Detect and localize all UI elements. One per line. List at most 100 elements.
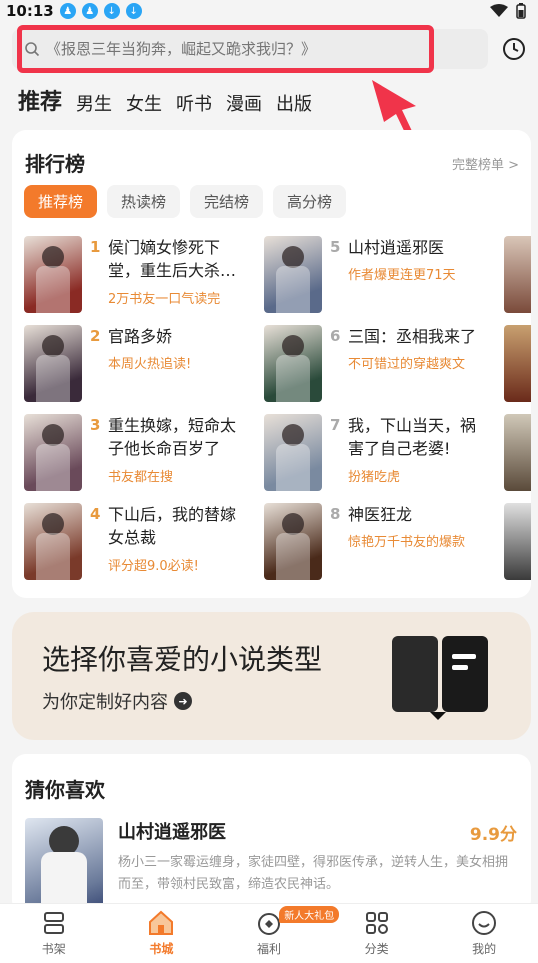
cover-figure <box>282 246 304 268</box>
book-title: 侯门嫡女惨死下堂，重生后大杀… <box>108 238 237 280</box>
book-cover <box>24 503 82 580</box>
download-icon: ↓ <box>125 3 142 19</box>
wifi-icon <box>490 4 508 17</box>
book-tag: 惊艳万千书友的爆款 <box>348 535 466 550</box>
home-store-icon <box>149 910 174 935</box>
ranking-book-item[interactable]: 7 我，下山当天，祸害了自己老婆! 扮猪吃虎 <box>264 414 504 494</box>
bottom-nav: 书架 书城 新人大礼包 福利 分类 我的 <box>0 903 538 963</box>
full-ranking-link[interactable]: 完整榜单 > <box>452 154 519 173</box>
nav-welfare[interactable]: 新人大礼包 福利 <box>215 904 340 963</box>
coin-icon <box>257 913 280 935</box>
status-bar: 10:13 ♟ ♟ ↓ ↓ <box>0 0 538 22</box>
tab-publishing[interactable]: 出版 <box>276 90 312 116</box>
cover-figure <box>36 533 70 580</box>
nav-label: 福利 <box>256 942 281 956</box>
book-tag: 作者爆更连更71天 <box>348 268 456 283</box>
book-tag: 扮猪吃虎 <box>348 470 401 485</box>
battery-icon <box>516 3 526 19</box>
chip-hot[interactable]: 热读榜 <box>107 185 181 218</box>
cover-figure <box>276 444 310 491</box>
cover-figure <box>42 246 64 268</box>
guess-book-cover[interactable] <box>25 818 103 914</box>
cover-figure <box>42 513 64 535</box>
qq-icon: ♟ <box>59 3 76 19</box>
ranking-book-item[interactable]: 4 下山后，我的替嫁女总裁评分超9.0必读! <box>24 503 264 583</box>
genre-select-banner[interactable]: 选择你喜爱的小说类型 为你定制好内容 ➜ <box>12 612 531 740</box>
profile-icon <box>472 911 497 935</box>
book-title: 三国：丞相我来了 <box>348 327 477 346</box>
book-tag: 本周火热追读! <box>108 357 192 372</box>
book-title: 重生换嫁，短命太子他长命百岁了 <box>108 416 237 458</box>
tab-comics[interactable]: 漫画 <box>226 90 262 116</box>
genre-banner-subtitle-text: 为你定制好内容 <box>42 692 168 713</box>
book-cover <box>24 414 82 491</box>
ranking-book-item[interactable]: 8 神医狂龙惊艳万千书友的爆款 <box>264 503 504 583</box>
open-book-icon <box>392 636 488 720</box>
nav-label: 书架 <box>41 942 66 956</box>
book-title: 下山后，我的替嫁女总裁 <box>108 505 237 547</box>
ranking-title: 排行榜 <box>25 152 85 176</box>
nav-bookshelf[interactable]: 书架 <box>0 904 108 963</box>
book-cover <box>504 414 531 491</box>
genre-banner-title: 选择你喜爱的小说类型 <box>42 643 323 676</box>
nav-profile[interactable]: 我的 <box>430 904 538 963</box>
book-tag: 评分超9.0必读! <box>108 559 199 574</box>
guess-book-desc: 杨小三一家霉运缠身，家徒四壁，得邪医传承，逆转人生，美女相拥而至，带领村民致富，… <box>118 855 509 892</box>
cover-figure <box>36 444 70 491</box>
ranking-book-item[interactable]: 5 山村逍遥邪医 作者爆更连更71天 <box>264 236 504 316</box>
rank-number: 8 <box>330 505 341 523</box>
qq-icon: ♟ <box>81 3 98 19</box>
nav-bookstore[interactable]: 书城 <box>108 904 216 963</box>
history-icon[interactable] <box>502 37 526 61</box>
cover-figure <box>282 335 304 357</box>
book-cover <box>264 503 322 580</box>
cover-figure <box>276 355 310 402</box>
cover-figure <box>276 533 310 580</box>
cover-figure <box>36 266 70 313</box>
tab-male[interactable]: 男生 <box>76 90 112 116</box>
rank-number: 6 <box>330 327 341 345</box>
cover-figure <box>276 266 310 313</box>
guess-book-name[interactable]: 山村逍遥邪医 <box>118 818 226 844</box>
ranking-book-item[interactable]: 3 重生换嫁，短命太子他长命百岁了书友都在搜 <box>24 414 264 494</box>
nav-label: 我的 <box>472 942 497 956</box>
guess-you-like-card: 猜你喜欢 山村逍遥邪医 9.9分 杨小三一家霉运缠身，家徒四壁，得邪医传承，逆转… <box>12 754 531 914</box>
book-cover <box>24 325 82 402</box>
ranking-book-item[interactable]: 2 官路多娇 本周火热追读! <box>24 325 264 405</box>
ranking-book-item[interactable]: 6 三国：丞相我来了不可错过的穿越爽文 <box>264 325 504 405</box>
tab-audiobook[interactable]: 听书 <box>176 90 212 116</box>
ranking-book-item[interactable]: 1 侯门嫡女惨死下堂，重生后大杀… 2万书友一口气读完 <box>24 236 264 316</box>
grid-icon <box>365 912 388 934</box>
ranking-chips: 推荐榜 热读榜 完结榜 高分榜 <box>24 185 347 218</box>
cover-figure <box>282 513 304 535</box>
ranking-card: 排行榜 完整榜单 > 推荐榜 热读榜 完结榜 高分榜 1 侯门嫡女惨死下堂，重生后… <box>12 130 531 598</box>
rank-number: 3 <box>90 416 101 434</box>
chip-recommend[interactable]: 推荐榜 <box>24 185 98 218</box>
genre-banner-subtitle: 为你定制好内容 ➜ <box>42 688 192 714</box>
book-cover <box>264 325 322 402</box>
tab-female[interactable]: 女生 <box>126 90 162 116</box>
rank-number: 5 <box>330 238 341 256</box>
rank-number: 1 <box>90 238 101 256</box>
guess-book-score: 9.9分 <box>469 825 517 845</box>
rank-number: 4 <box>90 505 101 523</box>
status-time: 10:13 <box>6 2 54 20</box>
cover-figure <box>282 424 304 446</box>
nav-category[interactable]: 分类 <box>323 904 431 963</box>
book-cover <box>264 414 322 491</box>
book-cover <box>504 236 531 313</box>
book-title: 神医狂龙 <box>348 505 413 524</box>
cover-figure <box>42 335 64 357</box>
guess-title: 猜你喜欢 <box>25 778 105 802</box>
chip-high-score[interactable]: 高分榜 <box>273 185 347 218</box>
book-tag: 不可错过的穿越爽文 <box>348 357 466 372</box>
cover-figure <box>36 355 70 402</box>
next-column-peek <box>504 236 531 580</box>
book-title: 我，下山当天，祸害了自己老婆! <box>348 416 477 458</box>
chip-completed[interactable]: 完结榜 <box>190 185 264 218</box>
nav-label: 分类 <box>364 942 389 956</box>
tab-recommend[interactable]: 推荐 <box>18 84 62 116</box>
rank-number: 7 <box>330 416 341 434</box>
annotation-highlight-box <box>17 25 434 73</box>
book-tag: 书友都在搜 <box>108 470 174 485</box>
